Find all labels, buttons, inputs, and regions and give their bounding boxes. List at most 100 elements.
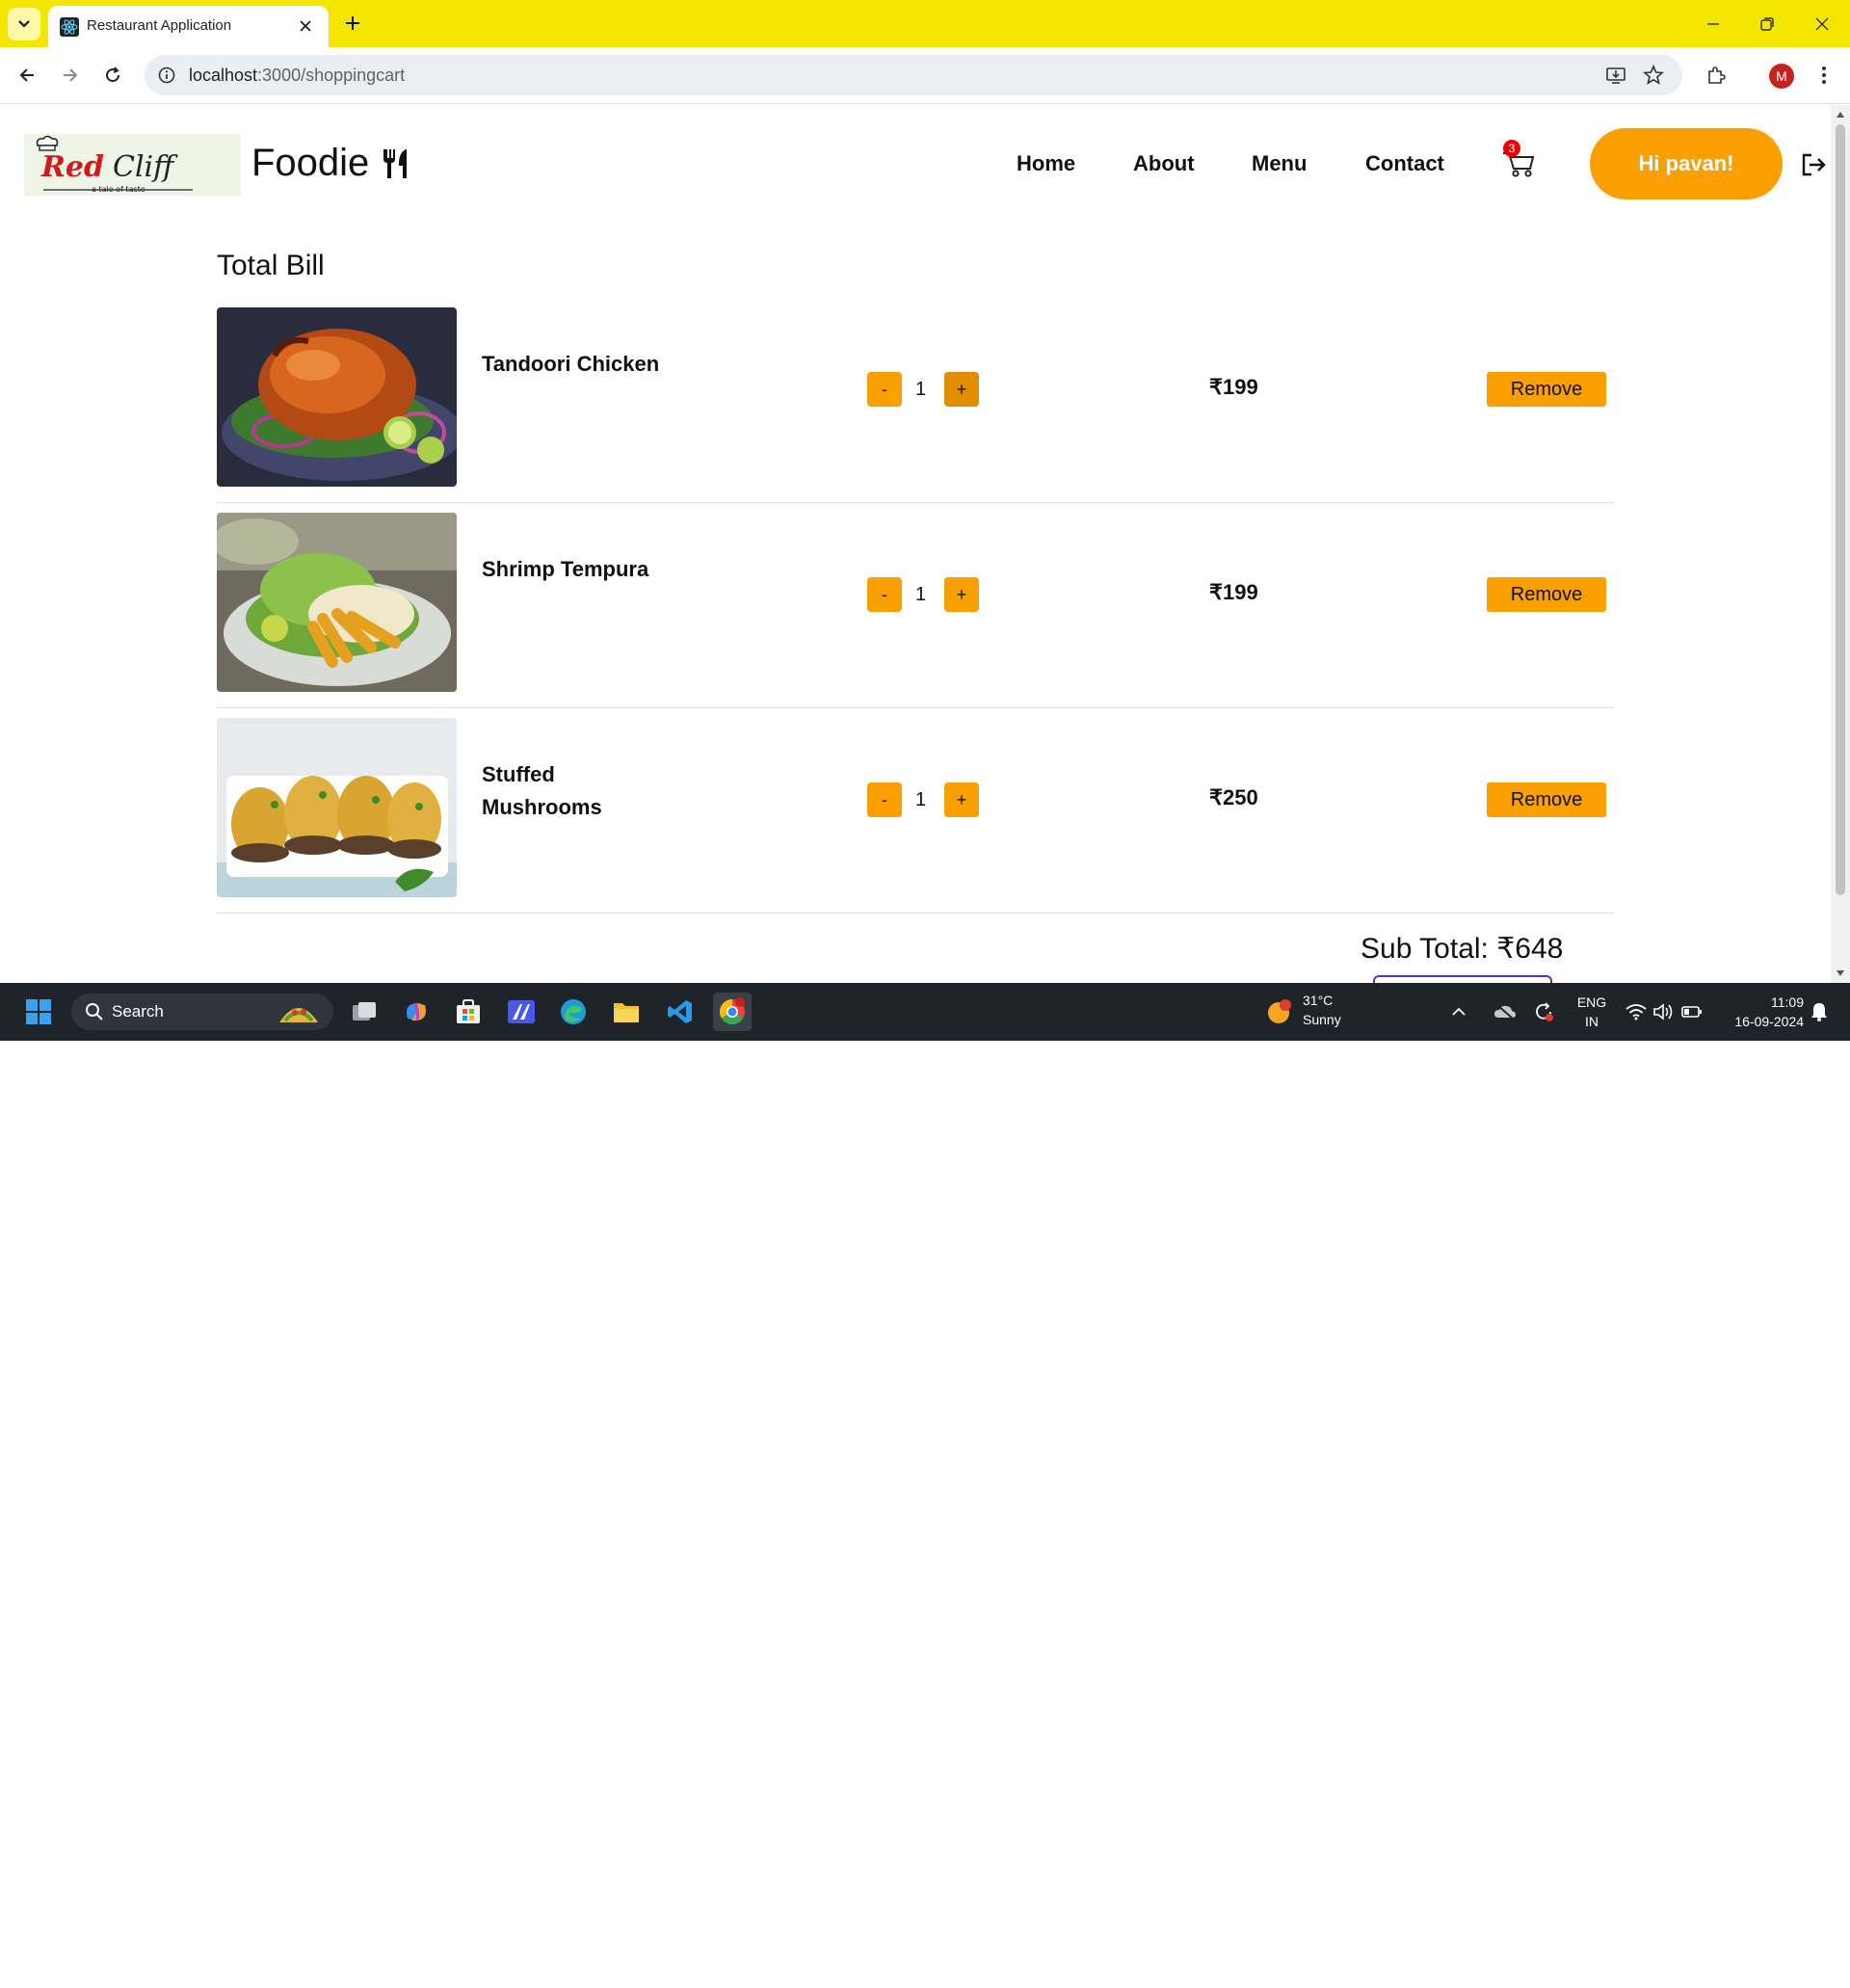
page-title: Total Bill bbox=[217, 250, 325, 281]
bookmark-button[interactable] bbox=[1643, 65, 1664, 86]
microsoft-store-app[interactable] bbox=[449, 993, 488, 1031]
edge-icon bbox=[561, 999, 586, 1024]
svg-text:Cliff: Cliff bbox=[113, 150, 178, 184]
user-greeting-button[interactable]: Hi pavan! bbox=[1590, 128, 1783, 199]
folder-icon bbox=[614, 1003, 639, 1022]
nav-home[interactable]: Home bbox=[1017, 151, 1075, 176]
page-scrollbar[interactable] bbox=[1831, 105, 1850, 983]
onedrive-button[interactable] bbox=[1492, 993, 1519, 1031]
remove-item-button[interactable]: Remove bbox=[1487, 372, 1606, 407]
increase-quantity-button[interactable]: + bbox=[944, 782, 979, 817]
sync-button[interactable] bbox=[1530, 993, 1557, 1031]
minimize-icon bbox=[1707, 23, 1719, 25]
show-hidden-icons-button[interactable] bbox=[1447, 993, 1470, 1031]
forward-button[interactable] bbox=[58, 63, 83, 88]
decrease-quantity-button[interactable]: - bbox=[867, 372, 902, 407]
notifications-button[interactable] bbox=[1806, 993, 1833, 1031]
decrease-quantity-button[interactable]: - bbox=[867, 782, 902, 817]
brand-title: Foodie bbox=[251, 142, 411, 185]
close-tab-button[interactable] bbox=[296, 16, 315, 36]
remove-item-button[interactable]: Remove bbox=[1487, 782, 1606, 817]
react-icon bbox=[60, 17, 79, 37]
plus-icon bbox=[346, 16, 359, 30]
puzzle-icon bbox=[1708, 66, 1726, 84]
food-image-tandoori-chicken bbox=[217, 307, 457, 487]
site-logo[interactable]: Red Cliff a tale of taste bbox=[24, 134, 241, 196]
cart-item: Shrimp Tempura - 1 + ₹199 Remove bbox=[217, 503, 1614, 708]
chrome-icon bbox=[719, 997, 745, 1025]
checkout-button[interactable] bbox=[1373, 975, 1552, 983]
chevron-down-icon bbox=[18, 20, 30, 28]
browser-tab[interactable]: Restaurant Application bbox=[48, 6, 329, 47]
copilot-app[interactable] bbox=[397, 993, 436, 1031]
search-label: Search bbox=[112, 1002, 164, 1021]
wifi-icon bbox=[1625, 1004, 1647, 1021]
clock-date[interactable]: 16-09-2024 bbox=[1715, 1013, 1804, 1030]
cart-button[interactable]: 3 bbox=[1501, 140, 1536, 178]
install-icon bbox=[1606, 67, 1625, 84]
editor-app[interactable] bbox=[502, 993, 541, 1031]
scroll-down-arrow[interactable] bbox=[1835, 967, 1846, 979]
arrow-left-icon bbox=[19, 68, 34, 82]
back-button[interactable] bbox=[14, 63, 40, 88]
language-line-1[interactable]: ENG bbox=[1571, 994, 1613, 1011]
chevron-up-icon bbox=[1452, 1007, 1466, 1016]
windows-logo-icon bbox=[26, 999, 51, 1024]
taskbar-search[interactable]: Search bbox=[71, 994, 333, 1030]
remove-item-button[interactable]: Remove bbox=[1487, 577, 1606, 612]
cart-item: Tandoori Chicken - 1 + ₹199 Remove bbox=[217, 298, 1614, 503]
decrease-quantity-button[interactable]: - bbox=[867, 577, 902, 612]
sync-icon bbox=[1536, 1002, 1553, 1021]
tab-search-dropdown[interactable] bbox=[8, 8, 40, 40]
scrollbar-thumb[interactable] bbox=[1836, 124, 1845, 895]
nav-about[interactable]: About bbox=[1133, 151, 1195, 176]
increase-quantity-button[interactable]: + bbox=[944, 372, 979, 407]
close-window-button[interactable] bbox=[1810, 12, 1835, 37]
brand-name: Foodie bbox=[251, 142, 370, 184]
address-bar[interactable]: localhost:3000/shoppingcart bbox=[145, 55, 1682, 95]
clock-time[interactable]: 11:09 bbox=[1715, 994, 1804, 1011]
item-name: Shrimp Tempura bbox=[482, 557, 649, 581]
triangle-down-icon bbox=[1837, 970, 1844, 976]
close-icon bbox=[1815, 17, 1829, 31]
arrow-right-icon bbox=[64, 68, 78, 82]
red-cliff-logo-icon: Red Cliff a tale of taste bbox=[36, 135, 193, 194]
sun-icon bbox=[1268, 999, 1291, 1023]
install-app-button[interactable] bbox=[1605, 65, 1626, 86]
vscode-app[interactable] bbox=[661, 993, 700, 1031]
minimize-button[interactable] bbox=[1701, 12, 1726, 37]
language-line-2[interactable]: IN bbox=[1571, 1013, 1613, 1030]
nav-contact[interactable]: Contact bbox=[1365, 151, 1444, 176]
task-view-button[interactable] bbox=[345, 993, 383, 1031]
item-price: ₹250 bbox=[1209, 785, 1258, 809]
nav-menu[interactable]: Menu bbox=[1252, 151, 1307, 176]
volume-button[interactable] bbox=[1650, 993, 1677, 1031]
fork-knife-icon bbox=[383, 148, 408, 178]
task-view-icon bbox=[353, 1002, 376, 1021]
weather-widget[interactable] bbox=[1260, 993, 1299, 1031]
chrome-app[interactable] bbox=[713, 993, 752, 1031]
restore-icon bbox=[1760, 17, 1774, 31]
battery-button[interactable] bbox=[1678, 993, 1705, 1031]
kebab-menu-icon bbox=[1822, 66, 1826, 84]
extensions-button[interactable] bbox=[1704, 63, 1729, 88]
wifi-button[interactable] bbox=[1623, 993, 1650, 1031]
pen-app-icon bbox=[508, 1000, 535, 1023]
cart-count-badge: 3 bbox=[1503, 140, 1520, 157]
restore-button[interactable] bbox=[1755, 12, 1780, 37]
increase-quantity-button[interactable]: + bbox=[944, 577, 979, 612]
weather-alert-count: 1 bbox=[1282, 1974, 1290, 1985]
scroll-up-arrow[interactable] bbox=[1835, 109, 1846, 120]
start-button[interactable] bbox=[19, 993, 58, 1031]
edge-browser-app[interactable] bbox=[554, 993, 593, 1031]
svg-text:a tale of taste: a tale of taste bbox=[92, 185, 145, 194]
browser-menu-button[interactable] bbox=[1811, 63, 1837, 88]
site-info-button[interactable] bbox=[156, 65, 177, 86]
weather-temp: 31°C bbox=[1303, 993, 1334, 1008]
item-price: ₹199 bbox=[1209, 580, 1258, 604]
reload-button[interactable] bbox=[100, 63, 125, 88]
profile-avatar[interactable]: M bbox=[1769, 64, 1794, 89]
file-explorer-app[interactable] bbox=[607, 993, 646, 1031]
new-tab-button[interactable] bbox=[341, 12, 364, 35]
logout-button[interactable] bbox=[1800, 151, 1827, 178]
